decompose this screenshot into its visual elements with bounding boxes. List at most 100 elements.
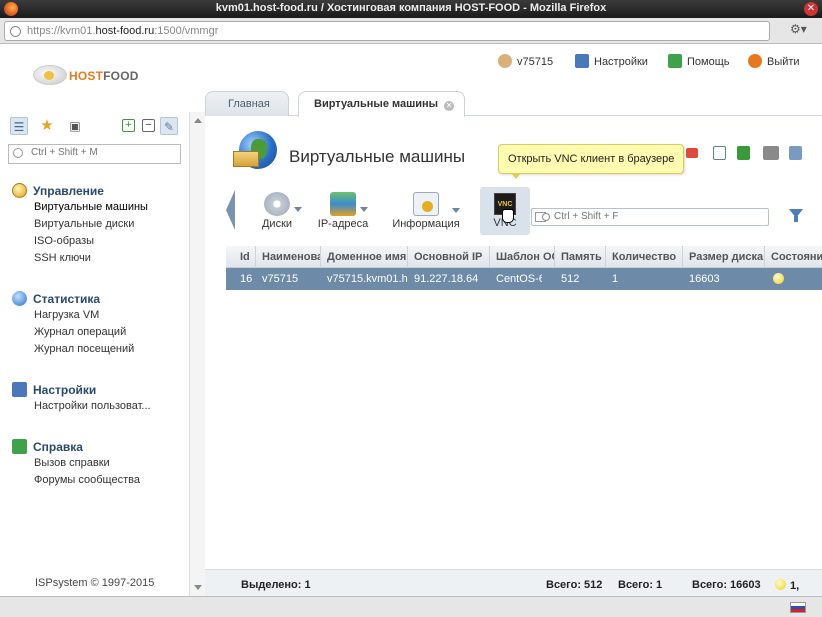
- sidebar-search-input[interactable]: [8, 144, 181, 164]
- table-footer: Выделено: 1 Всего: 512 Всего: 1 Всего: 1…: [205, 569, 822, 596]
- sidebar-group-help: Справка Вызов справки Форумы сообщества: [12, 439, 140, 491]
- cell-main-ip: 91.227.18.64: [414, 273, 479, 285]
- management-icon: [12, 183, 27, 198]
- virtual-machines-globe-icon: [233, 131, 277, 175]
- sidebar: ☰ ★ ▣ + − ✎ Управление Виртуальные машин…: [0, 112, 190, 596]
- sidebar-item-virtual-machines[interactable]: Виртуальные машины: [34, 201, 148, 218]
- settings-icon: [575, 54, 589, 68]
- sidebar-item-user-settings[interactable]: Настройки пользоват...: [34, 400, 151, 417]
- sidebar-item-virtual-disks[interactable]: Виртуальные диски: [34, 218, 148, 235]
- cell-name: v75715: [262, 273, 299, 285]
- help-link[interactable]: Помощь: [668, 54, 730, 70]
- search-icon: [13, 148, 23, 158]
- tree-view-icon[interactable]: ☰: [10, 117, 28, 135]
- column-header-name[interactable]: Наименование: [256, 246, 321, 268]
- column-header-os-template[interactable]: Шаблон ОС: [490, 246, 555, 268]
- cell-os-template: CentOS-6-amd64: [496, 273, 542, 285]
- sidebar-item-vm-load[interactable]: Нагрузка VM: [34, 309, 134, 326]
- filter-icon[interactable]: [789, 209, 803, 222]
- window-titlebar: kvm01.host-food.ru / Хостинговая компани…: [0, 0, 822, 18]
- tab-strip: Главная Виртуальные машины ✕: [205, 91, 822, 117]
- table-search-input[interactable]: [531, 208, 769, 226]
- address-text: https://kvm01.host-food.ru:1500/vmmgr: [27, 25, 219, 37]
- url-bar: https://kvm01.host-food.ru:1500/vmmgr ⚙▾: [0, 18, 822, 44]
- power-icon: [748, 54, 762, 68]
- pin-icon[interactable]: ✎: [160, 117, 178, 135]
- close-tab-icon[interactable]: ✕: [444, 101, 455, 111]
- window-close-button[interactable]: ✕: [804, 2, 818, 16]
- column-header-disk-size[interactable]: Размер диска: [683, 246, 765, 268]
- column-header-state[interactable]: Состояние: [765, 246, 822, 268]
- sidebar-item-operations-log[interactable]: Журнал операций: [34, 326, 134, 343]
- scroll-up-icon[interactable]: [194, 118, 202, 123]
- collapse-all-icon[interactable]: −: [142, 119, 155, 132]
- copyright-text: ISPsystem © 1997-2015: [35, 577, 155, 589]
- column-header-count[interactable]: Количество: [606, 246, 683, 268]
- sidebar-group-management: Управление Виртуальные машины Виртуальны…: [12, 183, 148, 269]
- user-menu[interactable]: v75715: [498, 54, 553, 70]
- logo-egg-icon: [33, 65, 67, 85]
- help-book-icon: [12, 439, 27, 454]
- cell-disk-size: 16603: [689, 273, 720, 285]
- settings-link[interactable]: Настройки: [575, 54, 648, 70]
- ip-addresses-button[interactable]: IP-адреса: [317, 187, 369, 235]
- tab-home[interactable]: Главная: [205, 91, 289, 116]
- tab-virtual-machines[interactable]: Виртуальные машины ✕: [298, 91, 465, 117]
- excel-export-icon[interactable]: [737, 146, 750, 160]
- sidebar-item-ssh-keys[interactable]: SSH ключи: [34, 252, 148, 269]
- expand-all-icon[interactable]: +: [122, 119, 135, 132]
- sidebar-item-community-forums[interactable]: Форумы сообщества: [34, 474, 140, 491]
- total-memory: Всего: 512: [546, 579, 603, 591]
- table-search-field[interactable]: [554, 211, 764, 222]
- search-icon: [542, 213, 550, 221]
- stop-icon[interactable]: [686, 148, 698, 158]
- scroll-down-icon[interactable]: [194, 585, 202, 590]
- cell-state: [765, 268, 822, 290]
- address-field[interactable]: https://kvm01.host-food.ru:1500/vmmgr: [4, 21, 770, 41]
- sidebar-group-statistics: Статистика Нагрузка VM Журнал операций Ж…: [12, 291, 134, 360]
- total-count: Всего: 1: [618, 579, 663, 591]
- hand-cursor-icon: [502, 209, 514, 223]
- briefcase-icon[interactable]: ▣: [66, 117, 84, 135]
- copy-icon[interactable]: [713, 146, 726, 160]
- favorites-star-icon[interactable]: ★: [38, 117, 56, 135]
- vnc-button[interactable]: VNC VNC: [480, 187, 530, 235]
- info-button[interactable]: Информация: [392, 187, 460, 235]
- browser-menu-button[interactable]: ⚙▾: [790, 22, 814, 40]
- column-header-domain[interactable]: Доменное имя: [321, 246, 408, 268]
- main-content: Виртуальные машины Открыть VNC клиент в …: [205, 117, 822, 596]
- info-icon: [413, 192, 460, 216]
- cell-id: 16: [240, 273, 253, 285]
- toolbar-scroll-left-icon[interactable]: [226, 190, 235, 230]
- sidebar-toolbar: ☰ ★ ▣ + − ✎: [10, 117, 182, 137]
- russian-flag-icon[interactable]: [790, 602, 806, 613]
- vm-table: Id Наименование Доменное имя Основной IP…: [226, 246, 822, 290]
- logout-link[interactable]: Выйти: [748, 54, 800, 70]
- disks-button[interactable]: Диски: [254, 187, 302, 235]
- vnc-tooltip: Открыть VNC клиент в браузере: [498, 144, 685, 179]
- sidebar-search-field[interactable]: [31, 147, 176, 158]
- table-settings-icon[interactable]: [789, 146, 802, 160]
- globe-icon: [10, 26, 21, 37]
- column-header-id[interactable]: Id: [226, 246, 256, 268]
- help-icon: [668, 54, 682, 68]
- cell-domain: v75715.kvm01.host-food.ru: [327, 273, 408, 285]
- lightbulb-icon: [775, 579, 786, 590]
- print-icon[interactable]: [763, 146, 779, 160]
- sidebar-item-iso-images[interactable]: ISO-образы: [34, 235, 148, 252]
- settings-monitor-icon: [12, 382, 27, 397]
- page-title: Виртуальные машины: [289, 147, 466, 166]
- lightbulb-icon: [773, 273, 784, 284]
- table-header: Id Наименование Доменное имя Основной IP…: [226, 246, 822, 268]
- cell-count: 1: [612, 273, 619, 285]
- user-icon: [498, 54, 512, 68]
- sidebar-group-settings: Настройки Настройки пользоват...: [12, 382, 151, 417]
- sidebar-item-call-help[interactable]: Вызов справки: [34, 457, 140, 474]
- sidebar-item-visits-log[interactable]: Журнал посещений: [34, 343, 134, 360]
- column-header-memory[interactable]: Память: [555, 246, 606, 268]
- sidebar-scrollbar[interactable]: [189, 112, 205, 596]
- column-header-main-ip[interactable]: Основной IP: [408, 246, 490, 268]
- table-row[interactable]: 16 v75715 v75715.kvm01.host-food.ru 91.2…: [226, 268, 822, 290]
- selected-count: Выделено: 1: [241, 579, 311, 591]
- disks-icon: [264, 192, 302, 216]
